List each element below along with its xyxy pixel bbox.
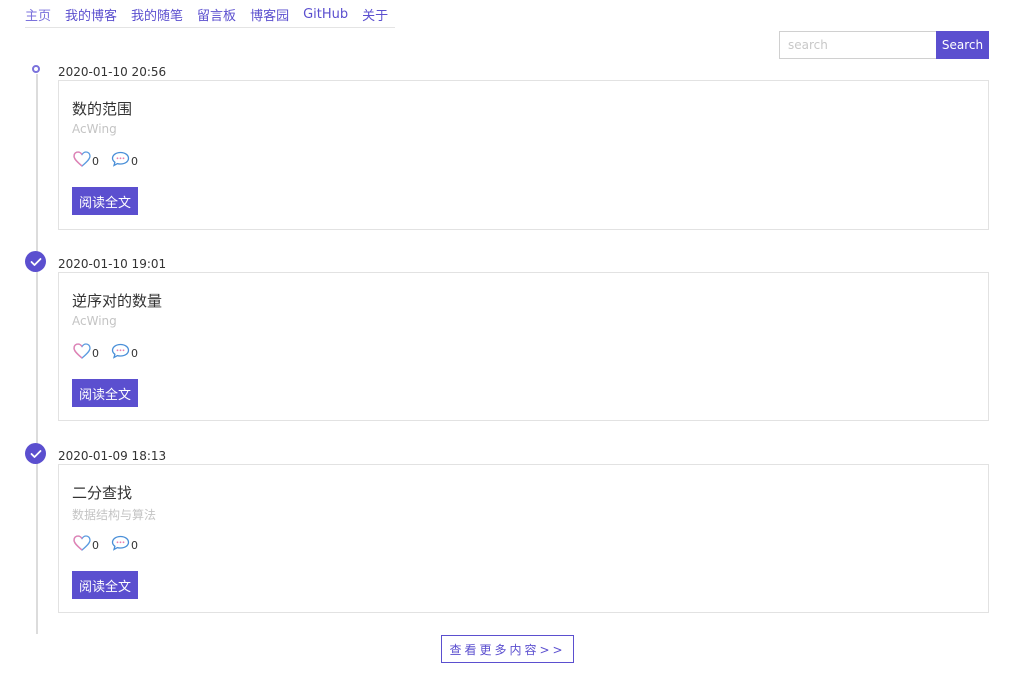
post-title[interactable]: 二分查找 [72,482,132,503]
post-card: 数的范围 AcWing 0 0 阅读全文 [58,80,989,230]
heart-icon [73,343,91,359]
comment-count: 0 [131,539,138,552]
post-source: 数据结构与算法 [72,508,157,522]
check-icon [25,443,46,464]
search-bar: Search [779,31,989,59]
comment-count: 0 [131,347,138,360]
post-source: AcWing [72,122,117,136]
timeline-line [36,74,38,634]
post-title[interactable]: 逆序对的数量 [72,290,162,311]
post-title[interactable]: 数的范围 [72,98,132,119]
heart-icon [73,535,91,551]
like-stat[interactable]: 0 [73,535,99,551]
search-button[interactable]: Search [936,31,989,59]
post-stats: 0 0 [73,535,150,551]
read-more-button[interactable]: 阅读全文 [72,187,138,215]
nav-item-guestbook[interactable]: 留言板 [197,5,236,24]
like-count: 0 [92,539,99,552]
nav-item-github[interactable]: GitHub [303,7,348,22]
read-more-button[interactable]: 阅读全文 [72,379,138,407]
load-more-button[interactable]: 查看更多内容>> [441,635,574,663]
comment-stat[interactable]: 0 [111,343,138,359]
post-source: AcWing [72,314,117,328]
like-count: 0 [92,347,99,360]
comment-stat[interactable]: 0 [111,535,138,551]
nav-item-my-essays[interactable]: 我的随笔 [131,5,183,24]
nav-item-cnblogs[interactable]: 博客园 [250,5,289,24]
nav-item-my-blog[interactable]: 我的博客 [65,5,117,24]
post-date: 2020-01-10 20:56 [58,65,167,79]
comment-icon [111,535,130,551]
timeline-dot-icon [32,65,40,73]
top-nav: 主页 我的博客 我的随笔 留言板 博客园 GitHub 关于 [25,2,395,28]
read-more-button[interactable]: 阅读全文 [72,571,138,599]
nav-item-about[interactable]: 关于 [362,5,388,24]
search-input[interactable] [779,31,936,59]
comment-icon [111,343,130,359]
comment-count: 0 [131,155,138,168]
comment-icon [111,151,130,167]
nav-item-home[interactable]: 主页 [25,5,51,24]
post-date: 2020-01-09 18:13 [58,449,167,463]
heart-icon [73,151,91,167]
like-stat[interactable]: 0 [73,151,99,167]
check-icon [25,251,46,272]
post-stats: 0 0 [73,343,150,359]
like-count: 0 [92,155,99,168]
like-stat[interactable]: 0 [73,343,99,359]
comment-stat[interactable]: 0 [111,151,138,167]
post-card: 二分查找 数据结构与算法 0 0 阅读全文 [58,464,989,613]
post-stats: 0 0 [73,151,150,167]
post-date: 2020-01-10 19:01 [58,257,167,271]
post-card: 逆序对的数量 AcWing 0 0 阅读全文 [58,272,989,421]
